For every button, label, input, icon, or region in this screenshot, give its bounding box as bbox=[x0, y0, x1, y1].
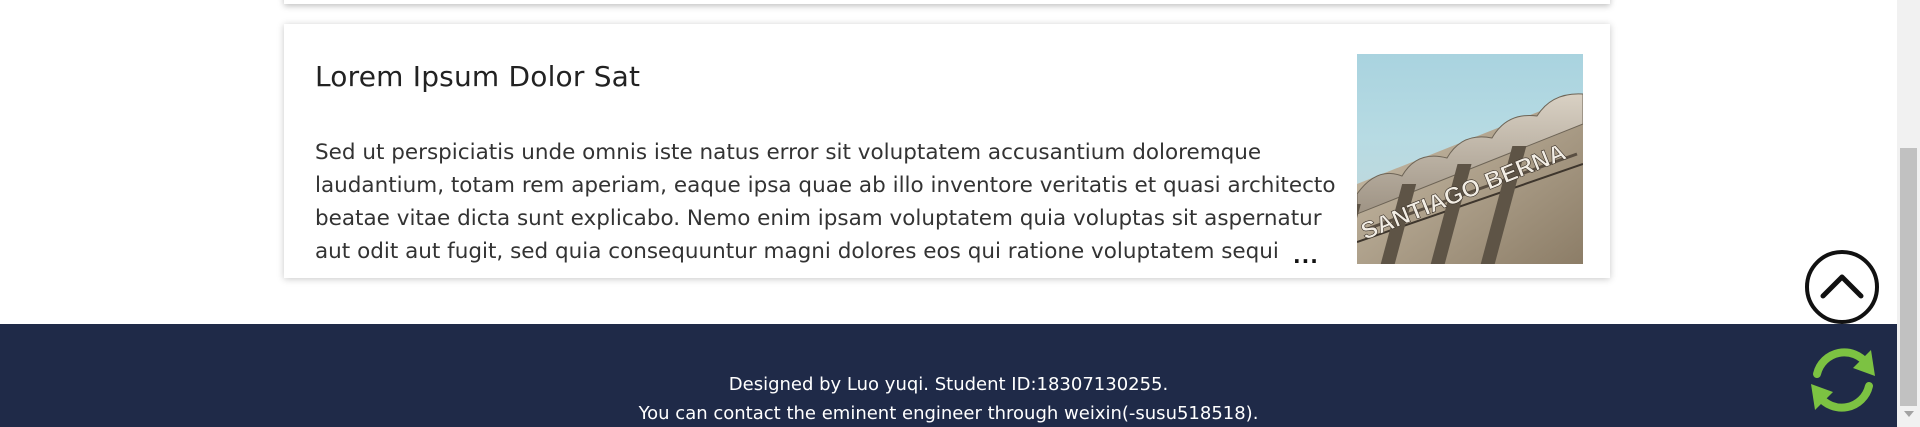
page-scrollbar[interactable] bbox=[1897, 0, 1920, 427]
read-more-ellipsis[interactable]: ... bbox=[1293, 244, 1319, 268]
refresh-icon bbox=[1811, 348, 1875, 412]
footer-contact: You can contact the eminent engineer thr… bbox=[638, 403, 1259, 424]
article-card[interactable]: Lorem Ipsum Dolor Sat Sed ut perspiciati… bbox=[284, 24, 1610, 278]
article-excerpt: Sed ut perspiciatis unde omnis iste natu… bbox=[315, 140, 1336, 264]
chevron-up-icon bbox=[1820, 274, 1864, 299]
back-to-top-button[interactable] bbox=[1805, 250, 1879, 324]
page-footer: Designed by Luo yuqi. Student ID:1830713… bbox=[0, 324, 1897, 427]
scrollbar-thumb[interactable] bbox=[1900, 148, 1917, 406]
scroll-down-arrow-icon[interactable] bbox=[1904, 411, 1914, 417]
previous-article-card bbox=[284, 0, 1610, 4]
article-thumbnail[interactable]: SANTIAGO BERNA bbox=[1357, 54, 1583, 264]
stadium-facade-image: SANTIAGO BERNA bbox=[1357, 93, 1583, 264]
page-viewport: Lorem Ipsum Dolor Sat Sed ut perspiciati… bbox=[0, 0, 1897, 427]
refresh-button[interactable] bbox=[1801, 338, 1885, 422]
article-title[interactable]: Lorem Ipsum Dolor Sat bbox=[315, 60, 640, 93]
footer-credit: Designed by Luo yuqi. Student ID:1830713… bbox=[728, 374, 1169, 395]
